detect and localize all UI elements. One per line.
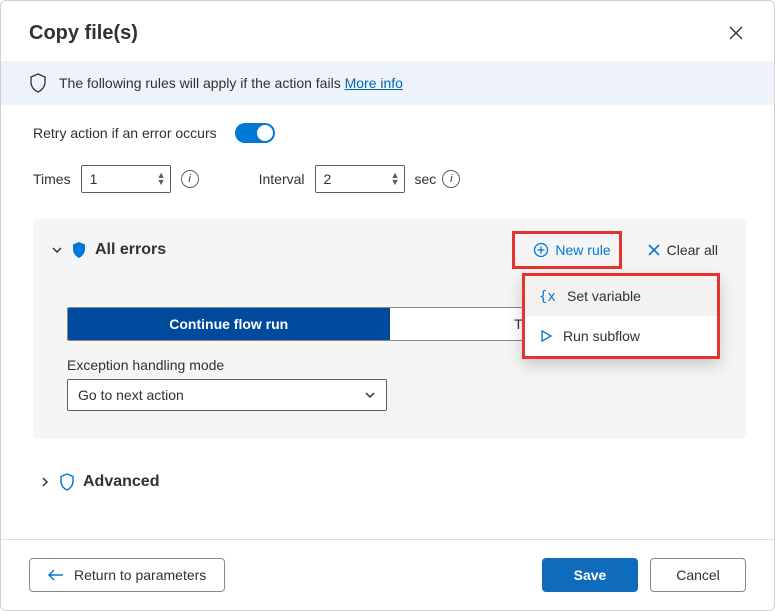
interval-label: Interval xyxy=(259,171,305,187)
clear-all-button[interactable]: Clear all xyxy=(637,237,728,263)
retry-label: Retry action if an error occurs xyxy=(33,125,217,141)
times-input[interactable]: 1 ▲▼ xyxy=(81,165,171,193)
banner-text: The following rules will apply if the ac… xyxy=(59,75,403,91)
advanced-label: Advanced xyxy=(83,473,159,491)
svg-text:{x}: {x} xyxy=(539,289,557,304)
dialog: Copy file(s) The following rules will ap… xyxy=(0,0,775,611)
dialog-title: Copy file(s) xyxy=(29,22,138,45)
chevron-down-icon xyxy=(364,389,376,401)
times-stepper[interactable]: ▲▼ xyxy=(157,172,166,186)
retry-toggle[interactable] xyxy=(235,123,275,143)
close-icon xyxy=(729,26,743,40)
banner-text-span: The following rules will apply if the ac… xyxy=(59,75,341,91)
shield-icon xyxy=(29,73,47,93)
dialog-header: Copy file(s) xyxy=(1,1,774,61)
retry-inputs-row: Times 1 ▲▼ i Interval 2 ▲▼ sec i xyxy=(33,165,746,193)
mode-value: Go to next action xyxy=(78,387,184,403)
arrow-left-icon xyxy=(48,569,64,581)
footer-right: Save Cancel xyxy=(542,558,746,592)
toggle-knob xyxy=(257,125,273,141)
close-icon xyxy=(647,243,661,257)
retry-row: Retry action if an error occurs xyxy=(33,123,746,143)
info-icon[interactable]: i xyxy=(442,170,460,188)
panel-title: All errors xyxy=(95,241,166,259)
errors-panel: All errors New rule Clear all {x} xyxy=(33,219,746,439)
return-button[interactable]: Return to parameters xyxy=(29,558,225,592)
interval-input[interactable]: 2 ▲▼ xyxy=(315,165,405,193)
plus-circle-icon xyxy=(533,242,549,258)
shield-icon xyxy=(71,241,87,259)
return-label: Return to parameters xyxy=(74,567,206,583)
panel-header: All errors New rule Clear all {x} xyxy=(51,237,728,263)
interval-stepper[interactable]: ▲▼ xyxy=(391,172,400,186)
times-value: 1 xyxy=(90,171,98,187)
dialog-body: Retry action if an error occurs Times 1 … xyxy=(1,123,774,539)
mode-select[interactable]: Go to next action xyxy=(67,379,387,411)
times-label: Times xyxy=(33,171,71,187)
interval-value: 2 xyxy=(324,171,332,187)
menu-item-label: Set variable xyxy=(567,288,641,304)
more-info-link[interactable]: More info xyxy=(345,75,403,91)
mode-label: Exception handling mode xyxy=(67,357,728,373)
chevron-right-icon xyxy=(39,476,51,488)
chevron-down-icon xyxy=(51,244,63,256)
seg-continue[interactable]: Continue flow run xyxy=(68,308,390,340)
menu-item-run-subflow[interactable]: Run subflow xyxy=(525,316,717,356)
menu-item-label: Run subflow xyxy=(563,328,640,344)
clear-all-label: Clear all xyxy=(667,242,718,258)
info-icon[interactable]: i xyxy=(181,170,199,188)
shield-icon xyxy=(59,473,75,491)
variable-icon: {x} xyxy=(539,288,557,304)
panel-actions: New rule Clear all {x} Set variable xyxy=(523,237,728,263)
save-button[interactable]: Save xyxy=(542,558,638,592)
new-rule-label: New rule xyxy=(555,242,610,258)
new-rule-button[interactable]: New rule xyxy=(523,237,620,263)
cancel-button[interactable]: Cancel xyxy=(650,558,746,592)
new-rule-menu: {x} Set variable Run subflow xyxy=(522,273,720,359)
panel-title-group[interactable]: All errors xyxy=(51,241,166,259)
play-icon xyxy=(539,329,553,343)
advanced-section[interactable]: Advanced xyxy=(39,473,746,491)
close-button[interactable] xyxy=(722,19,750,47)
interval-unit: sec xyxy=(415,171,437,187)
menu-item-set-variable[interactable]: {x} Set variable xyxy=(525,276,717,316)
dialog-footer: Return to parameters Save Cancel xyxy=(1,539,774,610)
info-banner: The following rules will apply if the ac… xyxy=(1,61,774,105)
